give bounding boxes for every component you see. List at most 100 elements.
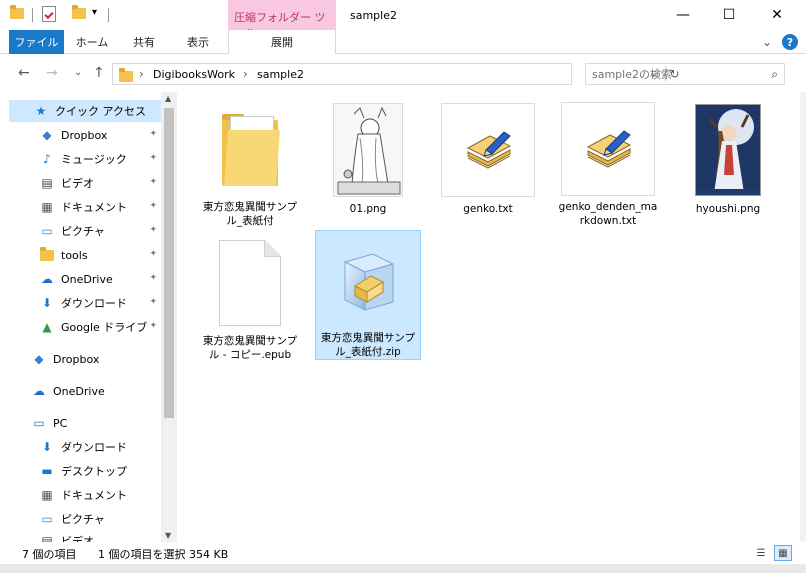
nav-root-onedrive[interactable]: ☁ OneDrive xyxy=(9,380,161,402)
pin-icon[interactable]: ✦ xyxy=(149,225,157,235)
close-icon: ✕ xyxy=(771,7,783,23)
file-item-selected[interactable]: 東方恋鬼異聞サンプル_表紙付.zip xyxy=(315,230,421,360)
breadcrumb-digibookswork[interactable]: DigibooksWork xyxy=(153,68,235,81)
address-bar[interactable]: › DigibooksWork › sample2 ⌄ ↻ xyxy=(112,63,680,85)
expand-ribbon-icon[interactable]: ⌄ xyxy=(762,35,772,49)
explorer-window: ▾ 圧縮フォルダー ツール sample2 — ☐ ✕ ファイル ホーム 共有 … xyxy=(0,0,806,573)
file-item[interactable]: hyoushi.png xyxy=(675,98,781,228)
video-icon: ▤ xyxy=(41,534,53,542)
download-icon: ⬇ xyxy=(41,296,53,310)
file-item[interactable]: 東方恋鬼異聞サンプル_表紙付 xyxy=(197,98,303,228)
file-item[interactable]: 東方恋鬼異聞サンプル - コピー.epub xyxy=(197,232,303,362)
window-bottom-edge xyxy=(0,564,806,573)
pin-icon[interactable]: ✦ xyxy=(149,297,157,307)
pc-icon: ▭ xyxy=(33,416,45,430)
epub-file-icon xyxy=(219,240,281,326)
context-tab-header: 圧縮フォルダー ツール xyxy=(228,0,336,40)
tab-extract[interactable]: 展開 xyxy=(228,30,336,54)
zip-archive-icon xyxy=(337,246,399,316)
minimize-icon: — xyxy=(676,7,690,23)
file-list: 東方恋鬼異聞サンプル_表紙付 01.png genko.txt genko_de… xyxy=(177,92,806,542)
breadcrumb-sample2[interactable]: sample2 xyxy=(257,68,304,81)
nav-label: ドキュメント xyxy=(61,489,127,502)
status-selection: 1 個の項目を選択 354 KB xyxy=(98,548,229,561)
nav-pc-downloads[interactable]: ⬇ ダウンロード xyxy=(9,436,161,458)
file-name: 東方恋鬼異聞サンプル_表紙付.zip xyxy=(320,332,416,358)
large-icons-view-icon[interactable]: ▦ xyxy=(774,545,792,561)
picture-icon: ▭ xyxy=(41,224,53,238)
nav-label: ダウンロード xyxy=(61,297,127,310)
nav-label: ビデオ xyxy=(61,535,94,542)
file-name: 01.png xyxy=(349,203,387,215)
nav-music[interactable]: ♪ ミュージック ✦ xyxy=(9,148,161,170)
forward-icon[interactable]: → xyxy=(46,65,58,81)
download-icon: ⬇ xyxy=(41,440,53,454)
up-icon[interactable]: ↑ xyxy=(93,65,105,81)
nav-documents[interactable]: ▦ ドキュメント ✦ xyxy=(9,196,161,218)
search-input[interactable] xyxy=(592,67,762,81)
nav-pc-pictures[interactable]: ▭ ピクチャ xyxy=(9,508,161,530)
recent-locations-icon[interactable]: ⌄ xyxy=(74,67,82,78)
search-box[interactable]: ⌕ xyxy=(585,63,785,85)
picture-icon: ▭ xyxy=(41,512,53,526)
nav-pictures[interactable]: ▭ ピクチャ ✦ xyxy=(9,220,161,242)
help-icon[interactable]: ? xyxy=(782,34,798,50)
thumbnail xyxy=(320,102,416,198)
nav-downloads[interactable]: ⬇ ダウンロード ✦ xyxy=(9,292,161,314)
properties-icon[interactable] xyxy=(42,6,56,22)
nav-quick-access[interactable]: ★ クイック アクセス xyxy=(9,100,161,122)
nav-root-pc[interactable]: ▭ PC xyxy=(9,412,161,434)
nav-tools[interactable]: tools ✦ xyxy=(9,244,161,266)
nav-root-dropbox[interactable]: ◆ Dropbox xyxy=(9,348,161,370)
tab-file[interactable]: ファイル xyxy=(9,30,64,54)
pin-icon[interactable]: ✦ xyxy=(149,201,157,211)
folder-icon[interactable] xyxy=(10,5,24,19)
breadcrumb-sep-icon: › xyxy=(243,67,248,81)
minimize-button[interactable]: — xyxy=(660,0,706,30)
video-icon: ▤ xyxy=(41,176,53,190)
google-drive-icon: ▲ xyxy=(42,320,52,334)
details-view-icon[interactable]: ☰ xyxy=(752,545,770,561)
ribbon-controls: ⌄ ? xyxy=(762,34,798,50)
nav-onedrive[interactable]: ☁ OneDrive ✦ xyxy=(9,268,161,290)
pin-icon[interactable]: ✦ xyxy=(149,249,157,259)
pin-icon[interactable]: ✦ xyxy=(149,177,157,187)
nav-label: ビデオ xyxy=(61,177,94,190)
image-thumbnail-icon xyxy=(695,104,761,196)
new-folder-icon[interactable] xyxy=(72,5,86,19)
file-item[interactable]: genko_denden_markdown.txt xyxy=(555,98,661,228)
file-item[interactable]: 01.png xyxy=(315,98,421,228)
back-icon[interactable]: ← xyxy=(18,65,30,81)
nav-pc-desktop[interactable]: ▬ デスクトップ xyxy=(9,460,161,482)
search-icon[interactable]: ⌕ xyxy=(771,67,778,82)
thumbnail xyxy=(560,102,656,196)
file-item[interactable]: genko.txt xyxy=(435,98,541,228)
text-file-icon xyxy=(561,102,655,196)
pin-icon[interactable]: ✦ xyxy=(149,153,157,163)
qa-separator xyxy=(108,8,109,22)
maximize-button[interactable]: ☐ xyxy=(706,0,752,30)
document-icon: ▦ xyxy=(41,200,53,214)
scroll-down-icon[interactable]: ▼ xyxy=(165,531,171,540)
nav-video[interactable]: ▤ ビデオ ✦ xyxy=(9,172,161,194)
nav-dropbox[interactable]: ◆ Dropbox ✦ xyxy=(9,124,161,146)
nav-label: ミュージック xyxy=(61,153,127,166)
qa-dropdown-icon[interactable]: ▾ xyxy=(92,7,97,18)
pin-icon[interactable]: ✦ xyxy=(149,321,157,331)
close-button[interactable]: ✕ xyxy=(754,0,800,30)
breadcrumb-sep-icon: › xyxy=(139,67,144,81)
nav-google-drive[interactable]: ▲ Google ドライブ ✦ xyxy=(9,316,161,338)
nav-pc-documents[interactable]: ▦ ドキュメント xyxy=(9,484,161,506)
scroll-thumb[interactable] xyxy=(164,108,174,418)
pin-icon[interactable]: ✦ xyxy=(149,129,157,139)
text-file-icon xyxy=(441,103,535,197)
nav-label: Google ドライブ xyxy=(61,321,148,334)
scroll-up-icon[interactable]: ▲ xyxy=(165,94,171,103)
pin-icon[interactable]: ✦ xyxy=(149,273,157,283)
tab-home[interactable]: ホーム xyxy=(70,30,114,54)
nav-scrollbar[interactable]: ▲ ▼ xyxy=(161,92,177,542)
nav-label: ピクチャ xyxy=(61,513,105,526)
tab-view[interactable]: 表示 xyxy=(176,30,220,54)
tab-share[interactable]: 共有 xyxy=(124,30,164,54)
nav-pc-video[interactable]: ▤ ビデオ xyxy=(9,530,161,542)
